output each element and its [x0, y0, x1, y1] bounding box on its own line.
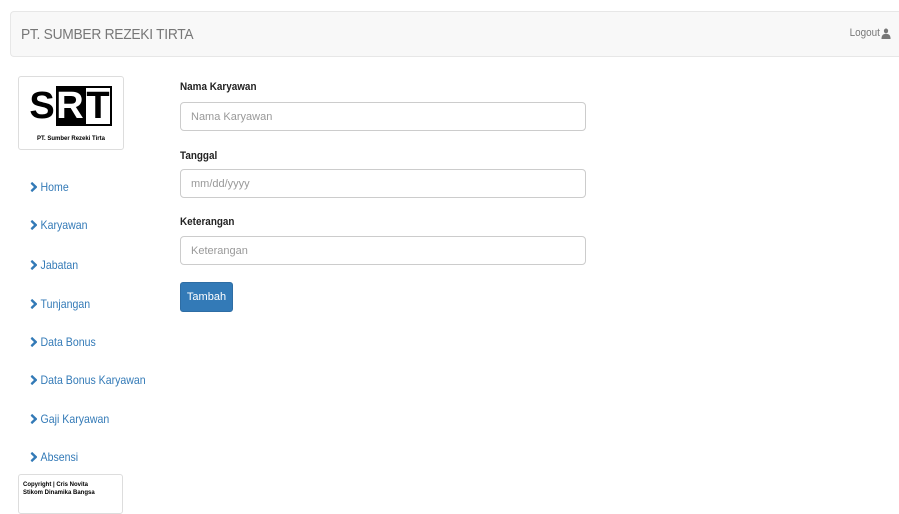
tanggal-input[interactable] — [180, 169, 586, 198]
keterangan-label: Keterangan — [180, 216, 235, 228]
nama-karyawan-input[interactable] — [180, 102, 586, 131]
logo-letter-s: S — [28, 85, 56, 127]
logout-label: Logout — [849, 27, 881, 39]
sidebar-item-data-bonus[interactable]: Data Bonus — [30, 335, 96, 349]
sidebar-item-label: Tunjangan — [40, 297, 91, 311]
sidebar-item-karyawan[interactable]: Karyawan — [30, 218, 88, 232]
tambah-button[interactable]: Tambah — [180, 282, 233, 312]
sidebar-item-home[interactable]: Home — [30, 180, 69, 194]
chevron-right-icon — [30, 299, 38, 309]
sidebar-item-absensi[interactable]: Absensi — [30, 450, 78, 464]
chevron-right-icon — [30, 337, 38, 347]
tanggal-label: Tanggal — [180, 150, 218, 162]
sidebar-item-label: Absensi — [40, 450, 79, 464]
sidebar-item-label: Home — [40, 180, 69, 194]
logo-letter-r: R — [56, 85, 84, 127]
user-icon — [881, 28, 891, 39]
chevron-right-icon — [30, 182, 38, 192]
copyright-line2: Stikom Dinamika Bangsa — [23, 490, 95, 496]
sidebar-item-jabatan[interactable]: Jabatan — [30, 258, 78, 272]
chevron-right-icon — [30, 452, 38, 462]
chevron-right-icon — [30, 260, 38, 270]
logo-subtitle: PT. Sumber Rezeki Tirta — [37, 136, 105, 142]
sidebar-item-label: Data Bonus — [40, 335, 96, 349]
logo-letter-t: T — [84, 86, 112, 126]
brand-title[interactable]: PT. SUMBER REZEKI TIRTA — [21, 26, 194, 43]
sidebar-item-label: Gaji Karyawan — [40, 412, 110, 426]
sidebar-item-gaji-karyawan[interactable]: Gaji Karyawan — [30, 412, 109, 426]
keterangan-input[interactable] — [180, 236, 586, 265]
chevron-right-icon — [30, 220, 38, 230]
sidebar-item-data-bonus-karyawan[interactable]: Data Bonus Karyawan — [30, 373, 146, 387]
chevron-right-icon — [30, 414, 38, 424]
nama-karyawan-label: Nama Karyawan — [180, 81, 257, 93]
sidebar-item-label: Data Bonus Karyawan — [40, 373, 146, 387]
chevron-right-icon — [30, 375, 38, 385]
copyright-line1: Copyright | Cris Novita — [23, 482, 89, 488]
top-navbar: PT. SUMBER REZEKI TIRTA Logout — [10, 11, 899, 57]
copyright-box: Copyright | Cris Novita Stikom Dinamika … — [18, 474, 123, 514]
sidebar-item-tunjangan[interactable]: Tunjangan — [30, 297, 90, 311]
sidebar-item-label: Jabatan — [40, 258, 79, 272]
sidebar-item-label: Karyawan — [40, 218, 88, 232]
logout-link[interactable]: Logout — [850, 27, 891, 39]
company-logo: S R T PT. Sumber Rezeki Tirta — [18, 76, 124, 150]
logo-letters: S R T — [28, 86, 112, 126]
